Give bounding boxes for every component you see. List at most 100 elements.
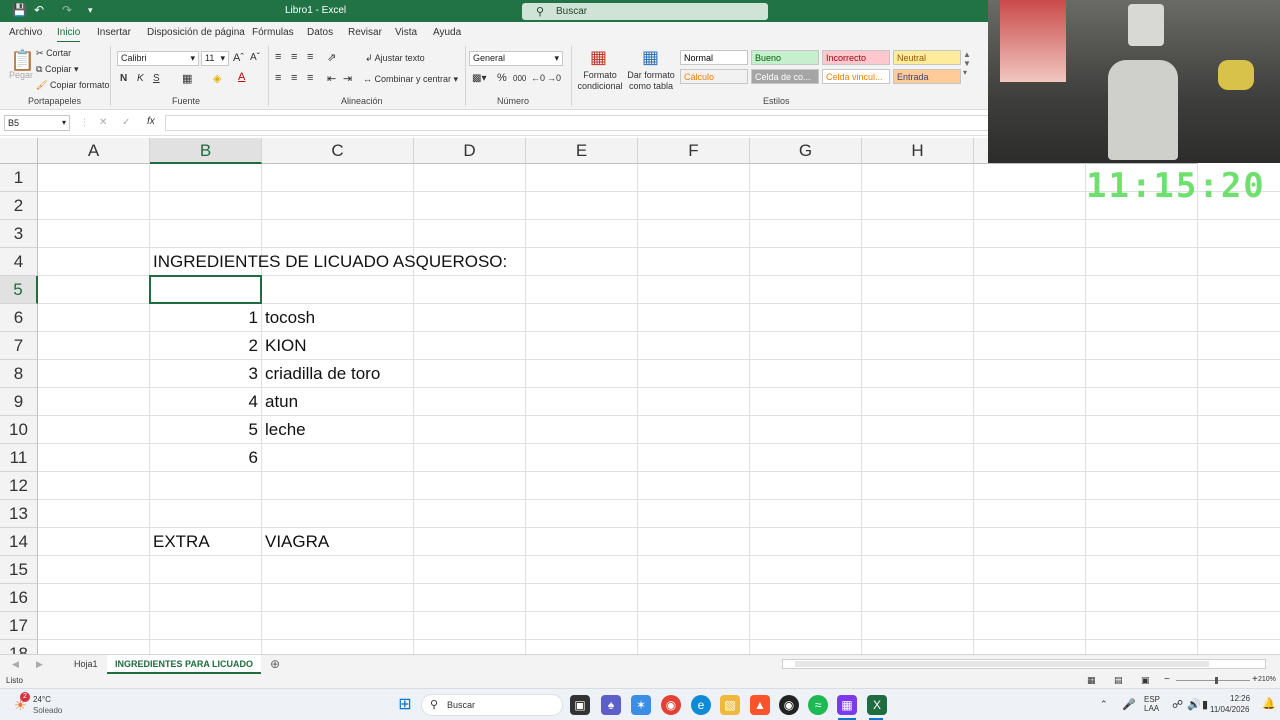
clock-time[interactable]: 12:26 — [1230, 694, 1250, 703]
column-header-c[interactable]: C — [262, 138, 414, 164]
task-view-icon[interactable]: ▣ — [570, 695, 590, 715]
tab-ayuda[interactable]: Ayuda — [433, 27, 461, 38]
number-format-select[interactable]: General ▾ — [469, 51, 563, 66]
zoom-in-icon[interactable]: + — [1252, 674, 1258, 685]
tab-datos[interactable]: Datos — [307, 27, 333, 38]
enter-icon[interactable]: ✓ — [122, 117, 130, 128]
page-break-icon[interactable]: ▣ — [1141, 675, 1150, 686]
style-calculo[interactable]: Cálculo — [680, 69, 748, 84]
bold-button[interactable]: N — [120, 73, 127, 84]
normal-view-icon[interactable]: ▦ — [1087, 675, 1096, 686]
format-painter-button[interactable]: 🖌 Copiar formato — [36, 80, 109, 91]
shrink-font-icon[interactable]: Aˇ — [250, 52, 260, 63]
italic-button[interactable]: K — [137, 73, 144, 84]
align-top-icon[interactable]: ≡ — [275, 51, 281, 63]
select-all-corner[interactable] — [0, 138, 38, 164]
row-header-11[interactable]: 11 — [0, 444, 38, 472]
row-header-8[interactable]: 8 — [0, 360, 38, 388]
taskbar-search[interactable]: ⚲ Buscar — [421, 694, 563, 716]
cell-b8[interactable]: 3 — [153, 360, 258, 388]
row-header-6[interactable]: 6 — [0, 304, 38, 332]
row-header-17[interactable]: 17 — [0, 612, 38, 640]
fill-color-icon[interactable]: ◈ — [213, 72, 221, 85]
cell-c7[interactable]: KION — [265, 332, 307, 360]
tab-inicio[interactable]: Inicio — [57, 27, 81, 43]
cancel-icon[interactable]: ✕ — [99, 117, 107, 128]
clock-date[interactable]: 11/04/2026 — [1210, 705, 1249, 714]
font-name-select[interactable]: Calibri ▾ — [117, 51, 199, 66]
cell-c9[interactable]: atun — [265, 388, 298, 416]
style-celda-vinculada[interactable]: Celda vincul... — [822, 69, 890, 84]
cell-c8[interactable]: criadilla de toro — [265, 360, 380, 388]
row-header-7[interactable]: 7 — [0, 332, 38, 360]
zoom-level[interactable]: 210% — [1258, 676, 1276, 683]
tray-chevron-icon[interactable]: ⌃ — [1100, 699, 1108, 710]
align-center-icon[interactable]: ≡ — [291, 72, 297, 84]
row-header-9[interactable]: 9 — [0, 388, 38, 416]
cell-b7[interactable]: 2 — [153, 332, 258, 360]
row-header-12[interactable]: 12 — [0, 472, 38, 500]
add-sheet-icon[interactable]: ⊕ — [270, 657, 280, 671]
conditional-format-icon[interactable]: ▦ — [590, 47, 607, 68]
align-right-icon[interactable]: ≡ — [307, 72, 313, 84]
tab-revisar[interactable]: Revisar — [348, 27, 382, 38]
tab-disposicion[interactable]: Disposición de página — [147, 27, 245, 38]
cell-b4[interactable]: INGREDIENTES DE LICUADO ASQUEROSO: — [153, 248, 507, 276]
row-header-1[interactable]: 1 — [0, 164, 38, 192]
obs-icon[interactable]: ◉ — [779, 695, 799, 715]
comma-style-icon[interactable]: 000 — [513, 74, 526, 83]
wrap-text-button[interactable]: ↲ Ajustar texto — [365, 53, 425, 64]
format-as-table-button[interactable]: Dar formato como tabla — [626, 70, 676, 92]
column-header-d[interactable]: D — [414, 138, 526, 164]
microphone-icon[interactable]: 🎤 — [1122, 698, 1136, 711]
align-middle-icon[interactable]: ≡ — [291, 51, 297, 63]
tab-vista[interactable]: Vista — [395, 27, 417, 38]
cell-b14[interactable]: EXTRA — [153, 528, 210, 556]
row-header-13[interactable]: 13 — [0, 500, 38, 528]
borders-icon[interactable]: ▦ — [182, 72, 192, 85]
font-color-icon[interactable]: A — [238, 71, 245, 83]
row-header-10[interactable]: 10 — [0, 416, 38, 444]
style-incorrecto[interactable]: Incorrecto — [822, 50, 890, 65]
insert-function-button[interactable]: fx — [147, 116, 155, 127]
decrease-decimal-icon[interactable]: →0 — [547, 73, 561, 83]
cut-button[interactable]: ✂ Cortar — [36, 48, 71, 59]
chrome-icon[interactable]: ◉ — [661, 695, 681, 715]
percent-icon[interactable]: % — [497, 72, 507, 84]
cell-c6[interactable]: tocosh — [265, 304, 315, 332]
row-header-18[interactable]: 18 — [0, 640, 38, 654]
row-header-14[interactable]: 14 — [0, 528, 38, 556]
worksheet-grid[interactable]: ABCDEFGH 1 2 3 4 5 6 7 8 9 10 11 12 13 14 15 16 17 18 ING… — [0, 138, 1280, 654]
copilot-icon[interactable]: ✶ — [631, 695, 651, 715]
orientation-icon[interactable]: ⇗ — [327, 51, 336, 64]
cell-b11[interactable]: 6 — [153, 444, 258, 472]
row-header-5[interactable]: 5 — [0, 276, 38, 304]
tab-insertar[interactable]: Insertar — [97, 27, 131, 38]
formula-input[interactable] — [165, 115, 990, 131]
cell-c14[interactable]: VIAGRA — [265, 528, 329, 556]
prev-sheet-icon[interactable]: ◀ — [12, 659, 19, 670]
merge-center-button[interactable]: ↔ Combinar y centrar ▾ — [363, 74, 458, 85]
cell-b9[interactable]: 4 — [153, 388, 258, 416]
save-icon[interactable]: 💾 — [12, 3, 27, 17]
align-bottom-icon[interactable]: ≡ — [307, 51, 313, 63]
increase-indent-icon[interactable]: ⇥ — [343, 72, 352, 85]
sheet-tab-hoja1[interactable]: Hoja1 — [66, 655, 106, 674]
row-header-4[interactable]: 4 — [0, 248, 38, 276]
redo-icon[interactable]: ↷ — [62, 3, 72, 17]
accounting-format-icon[interactable]: ▩▾ — [472, 73, 486, 84]
spotify-icon[interactable]: ≈ — [808, 695, 828, 715]
brave-icon[interactable]: ▲ — [750, 695, 770, 715]
row-header-15[interactable]: 15 — [0, 556, 38, 584]
cell-c10[interactable]: leche — [265, 416, 306, 444]
paste-button[interactable]: Pegar — [9, 70, 33, 80]
column-header-b[interactable]: B — [150, 138, 262, 164]
row-header-2[interactable]: 2 — [0, 192, 38, 220]
align-left-icon[interactable]: ≡ — [275, 72, 281, 84]
excel-icon[interactable]: X — [867, 695, 887, 715]
format-table-icon[interactable]: ▦ — [642, 47, 659, 68]
horizontal-scrollbar[interactable] — [782, 659, 1266, 669]
column-header-g[interactable]: G — [750, 138, 862, 164]
row-header-16[interactable]: 16 — [0, 584, 38, 612]
style-entrada[interactable]: Entrada — [893, 69, 961, 84]
